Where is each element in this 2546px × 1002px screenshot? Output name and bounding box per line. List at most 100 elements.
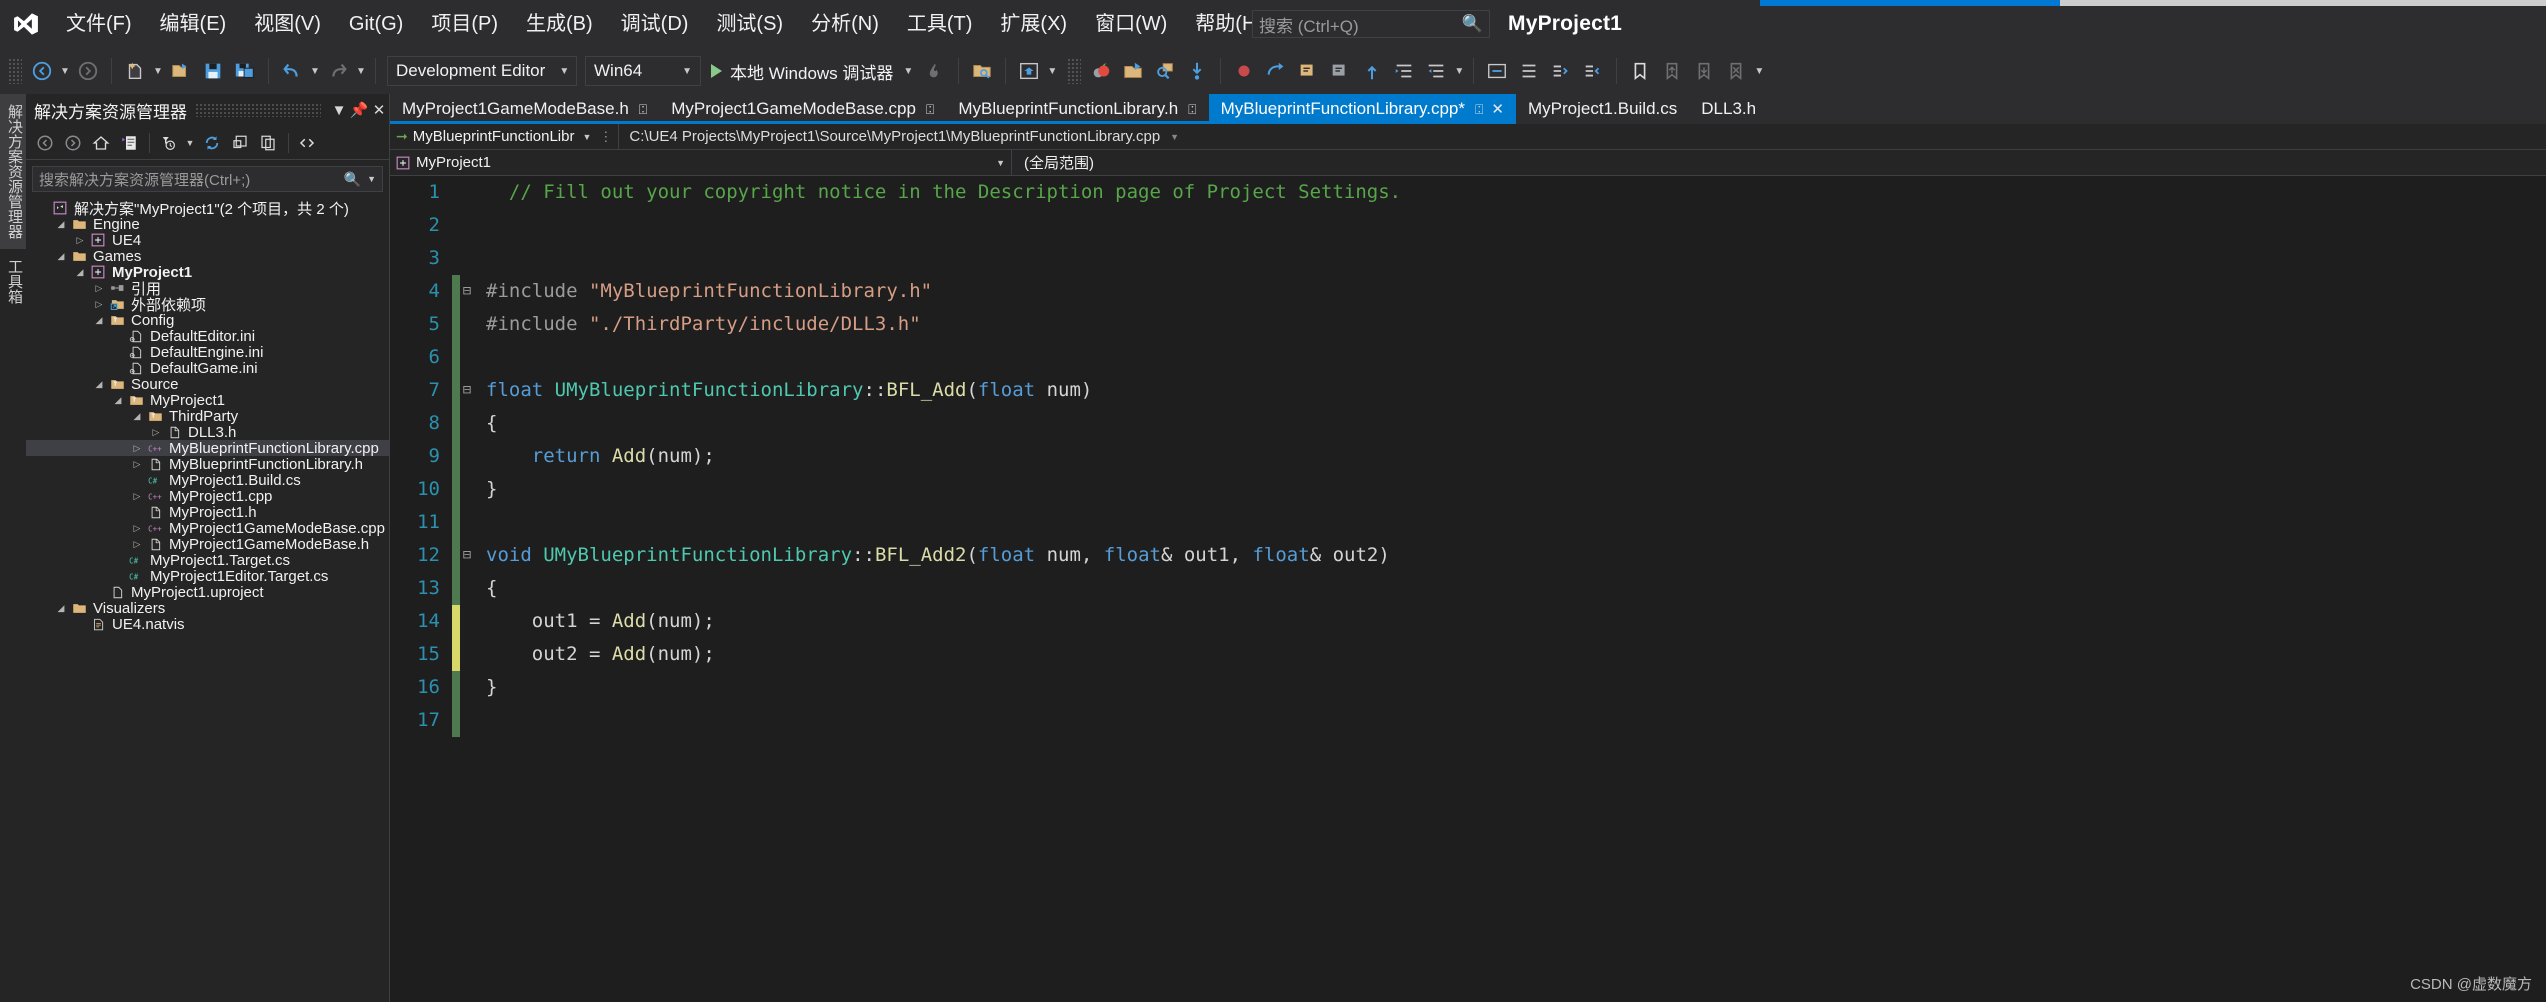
menu-extensions[interactable]: 扩展(X)	[986, 0, 1081, 48]
tab-build-cs[interactable]: MyProject1.Build.cs	[1515, 94, 1690, 124]
refresh-icon[interactable]	[199, 130, 225, 156]
tree-item[interactable]: ▷ 引用	[26, 280, 389, 298]
navigate-back-dropdown-icon[interactable]: ▼	[58, 53, 72, 89]
collapse-region-icon[interactable]: ⊟	[460, 374, 474, 407]
new-file-icon[interactable]	[119, 53, 151, 89]
scope-project-combo[interactable]: MyProject1 ▼	[390, 149, 1012, 176]
tree-item[interactable]: C# MyProject1.Target.cs	[26, 552, 389, 569]
quick-search-box[interactable]: 搜索 (Ctrl+Q) 🔍	[1252, 10, 1490, 38]
find-in-files-icon[interactable]	[966, 53, 998, 89]
pending-changes-filter-icon[interactable]	[155, 130, 181, 156]
split-handle-icon[interactable]: ⋮	[599, 129, 612, 145]
step-over-icon[interactable]	[1260, 53, 1292, 89]
toolbar-grip[interactable]	[8, 58, 22, 84]
chevron-down-icon[interactable]: ▼	[329, 102, 349, 119]
start-debug-button[interactable]: 本地 Windows 调试器 ▼	[705, 53, 919, 89]
tree-item[interactable]: ▷ DLL3.h	[26, 424, 389, 441]
navigate-forward-icon[interactable]	[72, 53, 104, 89]
menu-debug[interactable]: 调试(D)	[607, 0, 703, 48]
chevron-expanded-icon[interactable]: ◢	[129, 411, 145, 422]
tree-item[interactable]: 解决方案"MyProject1"(2 个项目，共 2 个)	[26, 200, 389, 218]
menu-edit[interactable]: 编辑(E)	[146, 0, 241, 48]
vtab-solution-explorer[interactable]: 解决方案资源管理器	[0, 94, 29, 249]
tree-item[interactable]: DefaultEngine.ini	[26, 344, 389, 361]
chevron-collapsed-icon[interactable]: ▷	[148, 427, 164, 438]
chevron-expanded-icon[interactable]: ◢	[91, 379, 107, 390]
tree-item[interactable]: ◢ Games	[26, 248, 389, 265]
vtab-toolbox[interactable]: 工具箱	[0, 249, 29, 314]
pin-icon[interactable]: 📌	[349, 101, 369, 119]
chevron-down-icon[interactable]: ▼	[903, 66, 913, 77]
hot-reload-icon[interactable]	[919, 53, 951, 89]
pin-icon[interactable]: ⍠	[639, 101, 647, 118]
step-into-icon[interactable]	[1181, 53, 1213, 89]
tree-item[interactable]: ◢ Source	[26, 376, 389, 393]
attach-icon[interactable]	[1117, 53, 1149, 89]
breakpoint-icon[interactable]	[1228, 53, 1260, 89]
solution-view-icon[interactable]	[116, 130, 142, 156]
tree-item[interactable]: MyProject1.uproject	[26, 584, 389, 601]
quick-info-icon[interactable]	[1577, 53, 1609, 89]
tree-item[interactable]: ▷ C++ MyProject1GameModeBase.cpp	[26, 520, 389, 537]
toggle-outlining-icon[interactable]	[1513, 53, 1545, 89]
tree-item[interactable]: ▷ UE4	[26, 232, 389, 249]
close-icon[interactable]: ✕	[1491, 100, 1504, 118]
collapse-all-icon[interactable]	[227, 130, 253, 156]
tree-item[interactable]: ▷ C++ MyProject1.cpp	[26, 488, 389, 505]
chevron-collapsed-icon[interactable]: ▷	[129, 443, 145, 454]
search-code-icon[interactable]	[1149, 53, 1181, 89]
chevron-expanded-icon[interactable]: ◢	[72, 267, 88, 278]
collapse-region-icon[interactable]: ⊟	[460, 275, 474, 308]
code-editor[interactable]: 1 // Fill out your copyright notice in t…	[390, 176, 2546, 946]
comment-icon[interactable]	[1292, 53, 1324, 89]
indent-dropdown-icon[interactable]: ▼	[1452, 53, 1466, 89]
outdent-icon[interactable]	[1420, 53, 1452, 89]
menu-project[interactable]: 项目(P)	[417, 0, 512, 48]
tree-item[interactable]: C# MyProject1.Build.cs	[26, 472, 389, 489]
menu-test[interactable]: 测试(S)	[702, 0, 797, 48]
chevron-expanded-icon[interactable]: ◢	[91, 315, 107, 326]
chevron-collapsed-icon[interactable]: ▷	[91, 299, 107, 310]
menu-window[interactable]: 窗口(W)	[1081, 0, 1181, 48]
tab-dll3-h[interactable]: DLL3.h	[1689, 94, 1769, 124]
panel-drag-dots[interactable]	[195, 103, 321, 117]
undo-icon[interactable]	[276, 53, 308, 89]
forward-icon[interactable]	[60, 130, 86, 156]
next-bookmark-icon[interactable]	[1688, 53, 1720, 89]
menu-analyze[interactable]: 分析(N)	[797, 0, 893, 48]
open-file-icon[interactable]	[165, 53, 197, 89]
indent-icon[interactable]	[1388, 53, 1420, 89]
chevron-collapsed-icon[interactable]: ▷	[129, 491, 145, 502]
chevron-collapsed-icon[interactable]: ▷	[91, 283, 107, 294]
list-members-icon[interactable]	[1545, 53, 1577, 89]
scope-member-combo[interactable]: (全局范围)	[1012, 150, 2546, 176]
close-icon[interactable]: ✕	[369, 101, 389, 119]
home-dropdown-icon[interactable]: ▼	[1045, 53, 1059, 89]
chevron-collapsed-icon[interactable]: ▷	[129, 539, 145, 550]
pin-icon[interactable]: ⍠	[1475, 101, 1483, 118]
menu-view[interactable]: 视图(V)	[240, 0, 335, 48]
save-all-icon[interactable]	[229, 53, 261, 89]
chevron-expanded-icon[interactable]: ◢	[110, 395, 126, 406]
chevron-expanded-icon[interactable]: ◢	[53, 603, 69, 614]
tab-gamemodebase-cpp[interactable]: MyProject1GameModeBase.cpp ⍠	[659, 94, 947, 124]
tree-item[interactable]: ▷ MyBlueprintFunctionLibrary.h	[26, 456, 389, 473]
tree-item[interactable]: DefaultEditor.ini	[26, 328, 389, 345]
chevron-collapsed-icon[interactable]: ▷	[129, 523, 145, 534]
tree-item[interactable]: ◢ MyProject1	[26, 264, 389, 281]
tree-item[interactable]: ▷ C++ MyBlueprintFunctionLibrary.cpp	[26, 440, 389, 457]
menu-tools[interactable]: 工具(T)	[893, 0, 987, 48]
pin-icon[interactable]: ⍠	[1188, 101, 1196, 118]
tree-item[interactable]: ◢ Config	[26, 312, 389, 329]
collapse-region-icon[interactable]: ⊟	[460, 539, 474, 572]
solution-configuration-combo[interactable]: Development Editor ▼	[387, 56, 577, 86]
tree-item[interactable]: DefaultGame.ini	[26, 360, 389, 377]
navigate-back-icon[interactable]	[26, 53, 58, 89]
menu-git[interactable]: Git(G)	[335, 0, 417, 48]
uncomment-icon[interactable]	[1324, 53, 1356, 89]
clear-bookmark-icon[interactable]	[1720, 53, 1752, 89]
redo-dropdown-icon[interactable]: ▼	[354, 53, 368, 89]
menu-file[interactable]: 文件(F)	[52, 0, 146, 48]
redo-icon[interactable]	[322, 53, 354, 89]
save-icon[interactable]	[197, 53, 229, 89]
